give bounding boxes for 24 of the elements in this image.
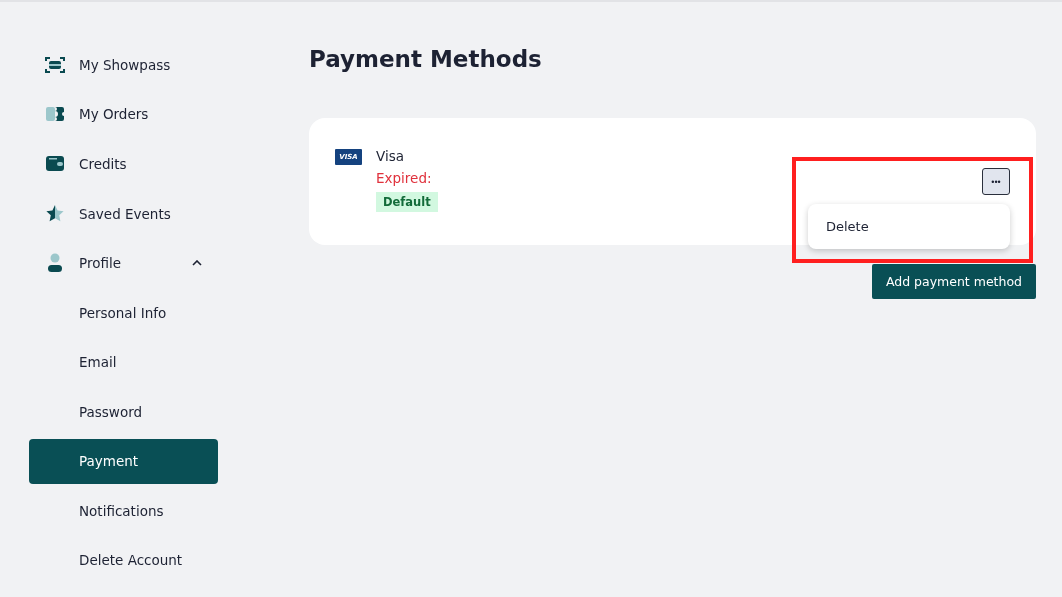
page-title: Payment Methods [309,46,543,72]
add-payment-button[interactable]: Add payment method [871,264,1036,299]
sidebar-item[interactable]: My Showpass [29,40,218,90]
caret-icon[interactable] [192,260,202,267]
ticket-scan-icon [45,55,65,74]
sidebar-item[interactable]: Saved Events [29,188,218,239]
sidebar-item[interactable]: My Orders [29,89,218,140]
default-badge: Default [376,192,438,212]
wallet-icon [45,155,65,173]
sidebar-item[interactable]: Email [29,337,218,388]
sidebar-item[interactable]: Payment [29,438,218,484]
sidebar-item[interactable]: Notifications [29,485,218,536]
sidebar-item[interactable]: Profile [29,238,218,288]
star-icon [45,204,65,224]
ticket-icon [45,106,65,123]
sidebar-item[interactable]: Delete Account [29,535,218,585]
sidebar-item[interactable]: Password [29,387,218,437]
person-icon [47,253,63,274]
sidebar-item[interactable]: Personal Info [29,287,218,338]
sidebar-item[interactable]: Credits [29,139,218,189]
expiry-status: Expired: [376,170,433,186]
more-options-button[interactable]: ••• [982,168,1010,195]
menu-item[interactable]: Delete [808,218,1010,235]
card-name: Visa [376,148,405,164]
